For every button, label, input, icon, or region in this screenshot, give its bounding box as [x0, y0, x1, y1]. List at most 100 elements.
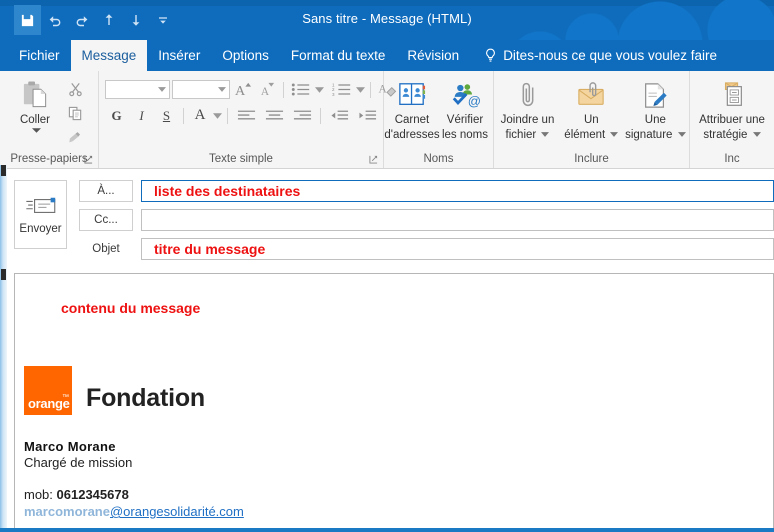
- bold-icon[interactable]: G: [105, 106, 128, 126]
- check-names-button[interactable]: @ Vérifier les noms: [439, 75, 492, 141]
- attach-item-icon: [576, 78, 606, 112]
- group-label-basic-text: Texte simple: [99, 151, 383, 168]
- address-book-button[interactable]: Carnet d'adresses: [384, 75, 440, 141]
- chevron-down-icon[interactable]: [218, 87, 226, 92]
- chevron-down-icon[interactable]: [213, 112, 222, 119]
- compose-header: Envoyer À... liste des destinataires Cc.…: [0, 169, 774, 271]
- dialog-launcher-basic-text-icon[interactable]: [369, 155, 378, 164]
- format-painter-icon[interactable]: [64, 127, 86, 147]
- tab-inserer[interactable]: Insérer: [147, 40, 211, 71]
- quick-access-toolbar: [14, 3, 176, 37]
- chevron-down-icon[interactable]: [315, 86, 324, 93]
- signature-mobile: mob: 0612345678: [24, 487, 244, 502]
- ribbon-group-include: Joindre un fichier Un élément Une signat…: [494, 71, 690, 168]
- title-bar: Sans titre - Message (HTML): [0, 0, 774, 40]
- down-arrow-icon[interactable]: [122, 5, 149, 35]
- italic-icon[interactable]: I: [130, 106, 153, 126]
- assign-policy-label-line2: stratégie: [703, 129, 761, 142]
- attach-file-label-line1: Joindre un: [500, 114, 555, 126]
- signature-label-line2: signature: [625, 129, 686, 142]
- chevron-down-icon[interactable]: [31, 127, 41, 133]
- attach-file-button[interactable]: Joindre un fichier: [496, 75, 560, 141]
- chevron-down-icon[interactable]: [158, 87, 166, 92]
- assign-policy-label-line1: Attribuer une: [699, 114, 765, 126]
- signature-brand: Fondation: [86, 384, 206, 412]
- check-names-label-line2: les noms: [441, 128, 489, 141]
- redo-icon[interactable]: [68, 5, 95, 35]
- window-left-edge: [0, 165, 7, 532]
- orange-logo-tm: ™: [62, 394, 69, 401]
- group-label-clipboard: Presse-papiers: [0, 151, 98, 168]
- numbering-icon[interactable]: 123: [330, 80, 354, 100]
- decrease-indent-icon[interactable]: [326, 106, 352, 126]
- window-edge-marker: [1, 165, 6, 176]
- up-arrow-icon[interactable]: [95, 5, 122, 35]
- attach-item-label-line1: Un: [584, 114, 599, 126]
- tab-revision[interactable]: Révision: [396, 40, 470, 71]
- paste-button[interactable]: Coller: [6, 75, 64, 133]
- signature-mobile-number: 0612345678: [56, 487, 129, 502]
- font-color-icon[interactable]: A: [189, 106, 211, 126]
- signature-name: Marco Morane: [24, 439, 116, 454]
- svg-text:A: A: [260, 86, 269, 98]
- to-input[interactable]: liste des destinataires: [141, 180, 774, 202]
- message-body[interactable]: contenu du message orange ™ Fondation Ma…: [14, 273, 774, 528]
- svg-text:A: A: [235, 83, 246, 98]
- check-names-icon: @: [450, 78, 480, 112]
- tab-format-du-texte[interactable]: Format du texte: [280, 40, 397, 71]
- lightbulb-icon: [486, 48, 496, 62]
- to-button[interactable]: À...: [79, 180, 133, 202]
- cc-button[interactable]: Cc...: [79, 209, 133, 231]
- tell-me-box[interactable]: Dites-nous ce que vous voulez faire: [470, 40, 727, 71]
- tab-message[interactable]: Message: [70, 40, 148, 71]
- send-envelope-icon: [25, 197, 55, 213]
- font-name-input[interactable]: [105, 80, 170, 99]
- to-value: liste des destinataires: [154, 183, 301, 199]
- paste-icon: [21, 78, 50, 112]
- underline-icon[interactable]: S: [155, 106, 178, 126]
- scissors-icon[interactable]: [64, 79, 86, 99]
- window-bottom-border: [0, 528, 774, 532]
- dialog-launcher-clipboard-icon[interactable]: [84, 155, 93, 164]
- chevron-down-icon[interactable]: [610, 132, 619, 137]
- signature-email[interactable]: marcomorane@orangesolidarité.com: [24, 504, 244, 519]
- cc-input[interactable]: [141, 209, 774, 231]
- align-right-icon[interactable]: [289, 106, 315, 126]
- ribbon-group-clipboard: Coller Presse-papiers: [0, 71, 99, 168]
- send-button-label: Envoyer: [19, 222, 62, 235]
- bullets-icon[interactable]: [289, 80, 313, 100]
- signature-button[interactable]: Une signature: [623, 75, 687, 141]
- ribbon-group-tags: Attribuer une stratégie Inc: [690, 71, 774, 168]
- attach-item-button[interactable]: Un élément: [559, 75, 623, 141]
- address-book-label-line1: Carnet: [394, 114, 430, 126]
- customize-qat-icon[interactable]: [149, 5, 176, 35]
- orange-logo: orange ™: [24, 366, 72, 415]
- check-names-label-line1: Vérifier: [446, 114, 484, 126]
- align-left-icon[interactable]: [233, 106, 259, 126]
- tab-options[interactable]: Options: [211, 40, 280, 71]
- tab-fichier[interactable]: Fichier: [8, 40, 71, 71]
- outlook-compose-window: Sans titre - Message (HTML) Fichier Mess…: [0, 0, 774, 532]
- window-edge-marker: [1, 269, 6, 280]
- shrink-font-icon[interactable]: A: [256, 80, 278, 100]
- save-icon[interactable]: [14, 5, 41, 35]
- chevron-down-icon[interactable]: [677, 132, 686, 137]
- increase-indent-icon[interactable]: [354, 106, 380, 126]
- signature-label-line1: Une: [644, 114, 666, 126]
- send-button[interactable]: Envoyer: [14, 180, 67, 249]
- align-center-icon[interactable]: [261, 106, 287, 126]
- chevron-down-icon[interactable]: [752, 132, 761, 137]
- paragraph-row: G I S A: [105, 104, 380, 127]
- assign-policy-button[interactable]: Attribuer une stratégie: [694, 75, 770, 141]
- subject-input[interactable]: titre du message: [141, 238, 774, 260]
- font-size-input[interactable]: [172, 80, 230, 99]
- signature-mobile-label: mob:: [24, 487, 53, 502]
- undo-icon[interactable]: [41, 5, 68, 35]
- copy-icon[interactable]: [64, 103, 86, 123]
- body-annotation: contenu du message: [61, 300, 201, 316]
- svg-text:@: @: [468, 93, 480, 108]
- grow-font-icon[interactable]: A: [232, 80, 254, 100]
- chevron-down-icon[interactable]: [356, 86, 365, 93]
- chevron-down-icon[interactable]: [541, 132, 550, 137]
- tell-me-label: Dites-nous ce que vous voulez faire: [503, 48, 718, 63]
